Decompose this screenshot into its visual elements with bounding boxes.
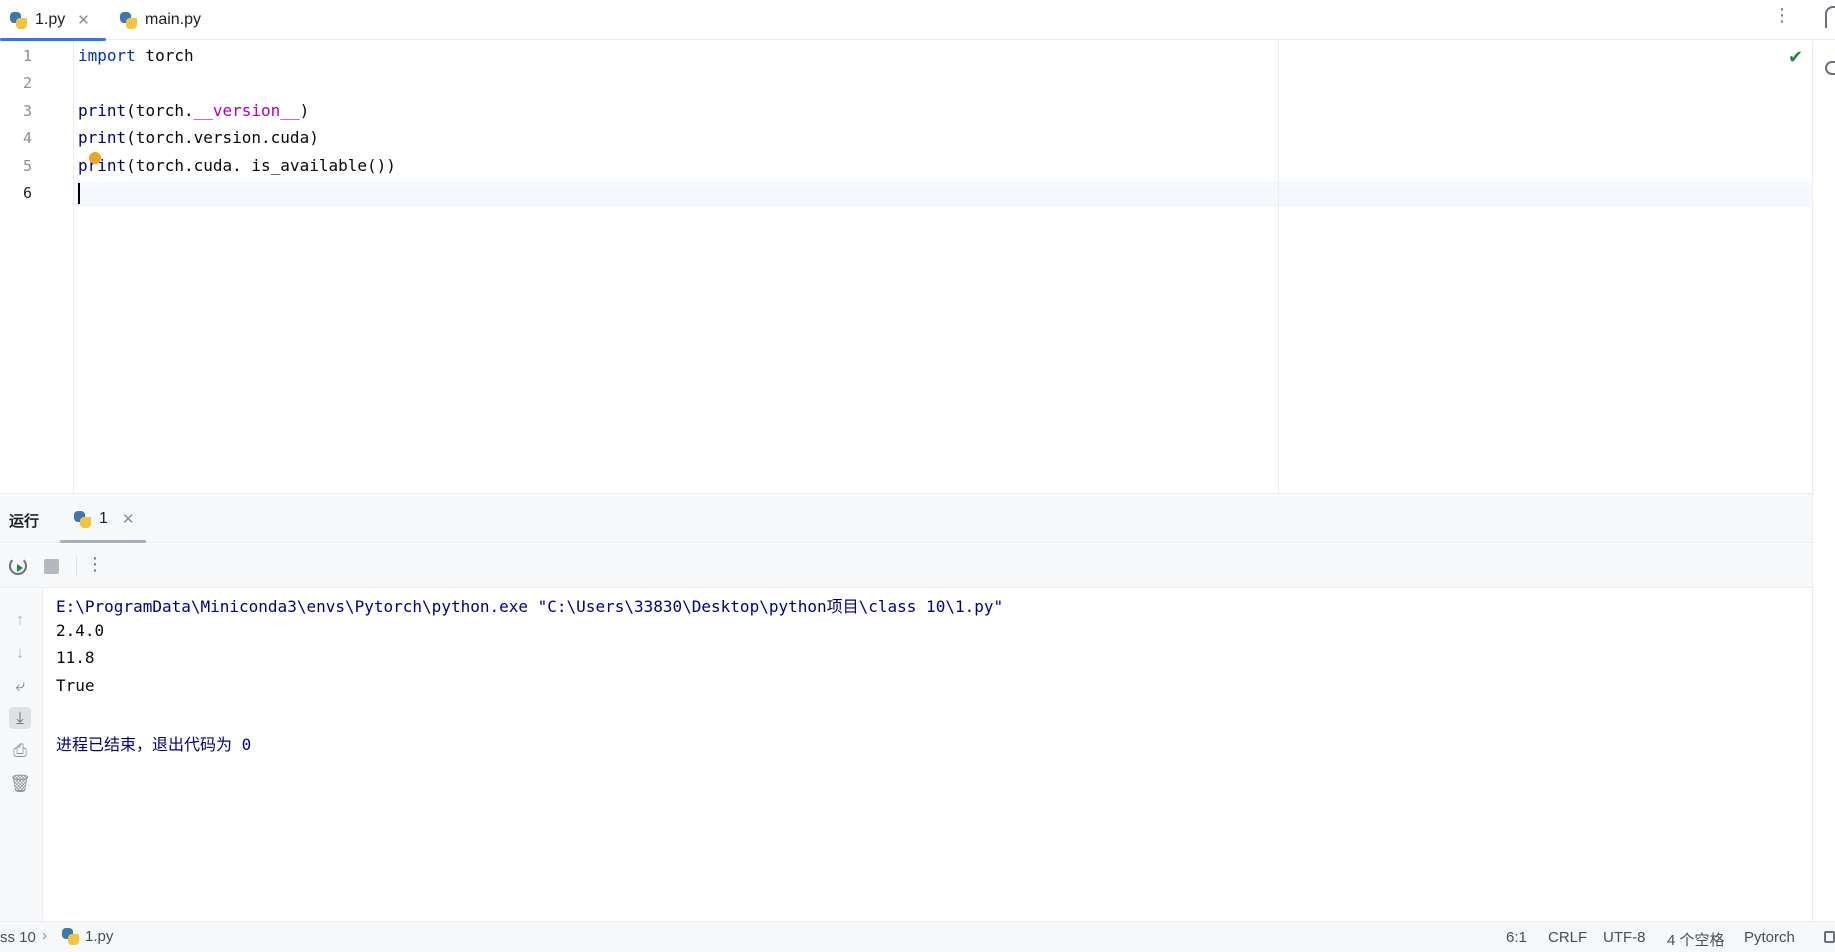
keyword-import: import [78, 46, 136, 65]
stop-icon[interactable] [44, 559, 59, 574]
text-caret [78, 183, 80, 204]
console-output-line: True [56, 676, 95, 695]
tab-label: main.py [145, 11, 202, 28]
intention-bulb-icon[interactable] [89, 152, 101, 164]
python-file-icon [74, 510, 91, 528]
python-file-icon [62, 928, 79, 945]
python-file-icon [10, 11, 27, 29]
run-toolbar: ⋮ [0, 544, 1812, 588]
line-number: 3 [22, 102, 32, 120]
tab-main-py[interactable]: main.py [120, 0, 201, 40]
code-line-5: print(torch.cuda. is_available()) [78, 156, 396, 175]
console-command-line: E:\ProgramData\Miniconda3\envs\Pytorch\p… [56, 597, 1004, 616]
run-tab-label: 1 [99, 510, 108, 527]
line-number: 1 [22, 47, 32, 65]
print-icon[interactable]: ⎙ [9, 740, 31, 762]
scroll-to-end-icon[interactable]: ⤓ [9, 707, 31, 729]
console-output-line: 2.4.0 [56, 621, 105, 640]
code-text: (torch. [126, 101, 194, 120]
caret-position[interactable]: 6:1 [1506, 929, 1527, 946]
code-text: (torch.version.cuda) [126, 128, 319, 147]
current-line-highlight [74, 181, 1812, 207]
line-number: 5 [22, 157, 32, 175]
status-bar: ss 10 › 1.py 6:1 CRLF UTF-8 4 个空格 Pytorc… [0, 921, 1835, 952]
more-options-icon[interactable]: ⋮ [86, 554, 104, 575]
check-icon[interactable]: ✔ [1788, 47, 1803, 68]
chevron-right-icon: › [42, 927, 47, 944]
code-line-4: print(torch.version.cuda) [78, 128, 319, 147]
line-number: 2 [22, 74, 32, 92]
run-sidebar: ↑ ↓ ⤶ ⤓ ⎙ 🗑 [0, 589, 43, 921]
scroll-down-icon[interactable]: ↓ [9, 642, 31, 664]
code-text: (torch.cuda. is_available()) [126, 156, 396, 175]
line-number-current: 6 [22, 184, 32, 202]
lock-icon[interactable] [1824, 931, 1835, 943]
code-line-3: print(torch.__version__) [78, 101, 309, 120]
run-tab-1[interactable]: 1 ✕ [74, 494, 134, 544]
rerun-icon[interactable] [9, 557, 27, 575]
run-panel-title: 运行 [9, 513, 40, 530]
tab-label: 1.py [35, 11, 66, 28]
close-icon[interactable]: ✕ [122, 510, 135, 528]
builtin-print: print [78, 156, 127, 175]
breadcrumb-file[interactable]: 1.py [62, 928, 113, 945]
console-exit-message: 进程已结束，退出代码为 0 [56, 735, 252, 754]
notifications-icon[interactable] [1825, 6, 1835, 28]
builtin-print: print [78, 128, 127, 147]
dunder-attribute: __version__ [193, 101, 300, 120]
soft-wrap-icon[interactable]: ⤶ [9, 675, 31, 697]
line-separator[interactable]: CRLF [1548, 929, 1587, 946]
right-tool-strip [1812, 41, 1835, 921]
code-line-1: import torch [78, 46, 194, 65]
code-editor[interactable]: 1 2 3 4 5 6 import torch print(torch.__v… [0, 41, 1812, 493]
trash-icon[interactable]: 🗑 [9, 773, 31, 795]
scroll-up-icon[interactable]: ↑ [9, 609, 31, 631]
right-margin-guide [1278, 41, 1279, 493]
breadcrumb-project[interactable]: ss 10 [0, 929, 36, 946]
close-icon[interactable]: ✕ [77, 11, 90, 29]
toolbar-separator [76, 556, 77, 576]
run-panel-header: 运行 1 ✕ [0, 493, 1812, 543]
editor-tab-bar: 1.py ✕ main.py ⋮ [0, 0, 1835, 41]
more-options-icon[interactable]: ⋮ [1773, 5, 1791, 29]
breadcrumb-file-label: 1.py [85, 928, 114, 945]
run-tab-indicator [60, 540, 146, 543]
ai-assistant-icon[interactable] [1825, 61, 1835, 75]
python-file-icon [120, 11, 137, 29]
line-number: 4 [22, 129, 32, 147]
file-encoding[interactable]: UTF-8 [1603, 929, 1646, 946]
code-text: ) [299, 101, 310, 120]
console-output[interactable]: E:\ProgramData\Miniconda3\envs\Pytorch\p… [44, 589, 1812, 921]
code-text: torch [135, 46, 194, 65]
console-output-line: 11.8 [56, 648, 95, 667]
indent-setting[interactable]: 4 个空格 [1667, 929, 1725, 950]
builtin-print: print [78, 101, 127, 120]
line-number-gutter: 1 2 3 4 5 6 [0, 41, 74, 493]
tab-1-py[interactable]: 1.py ✕ [0, 0, 106, 41]
python-interpreter[interactable]: Pytorch [1744, 929, 1795, 946]
